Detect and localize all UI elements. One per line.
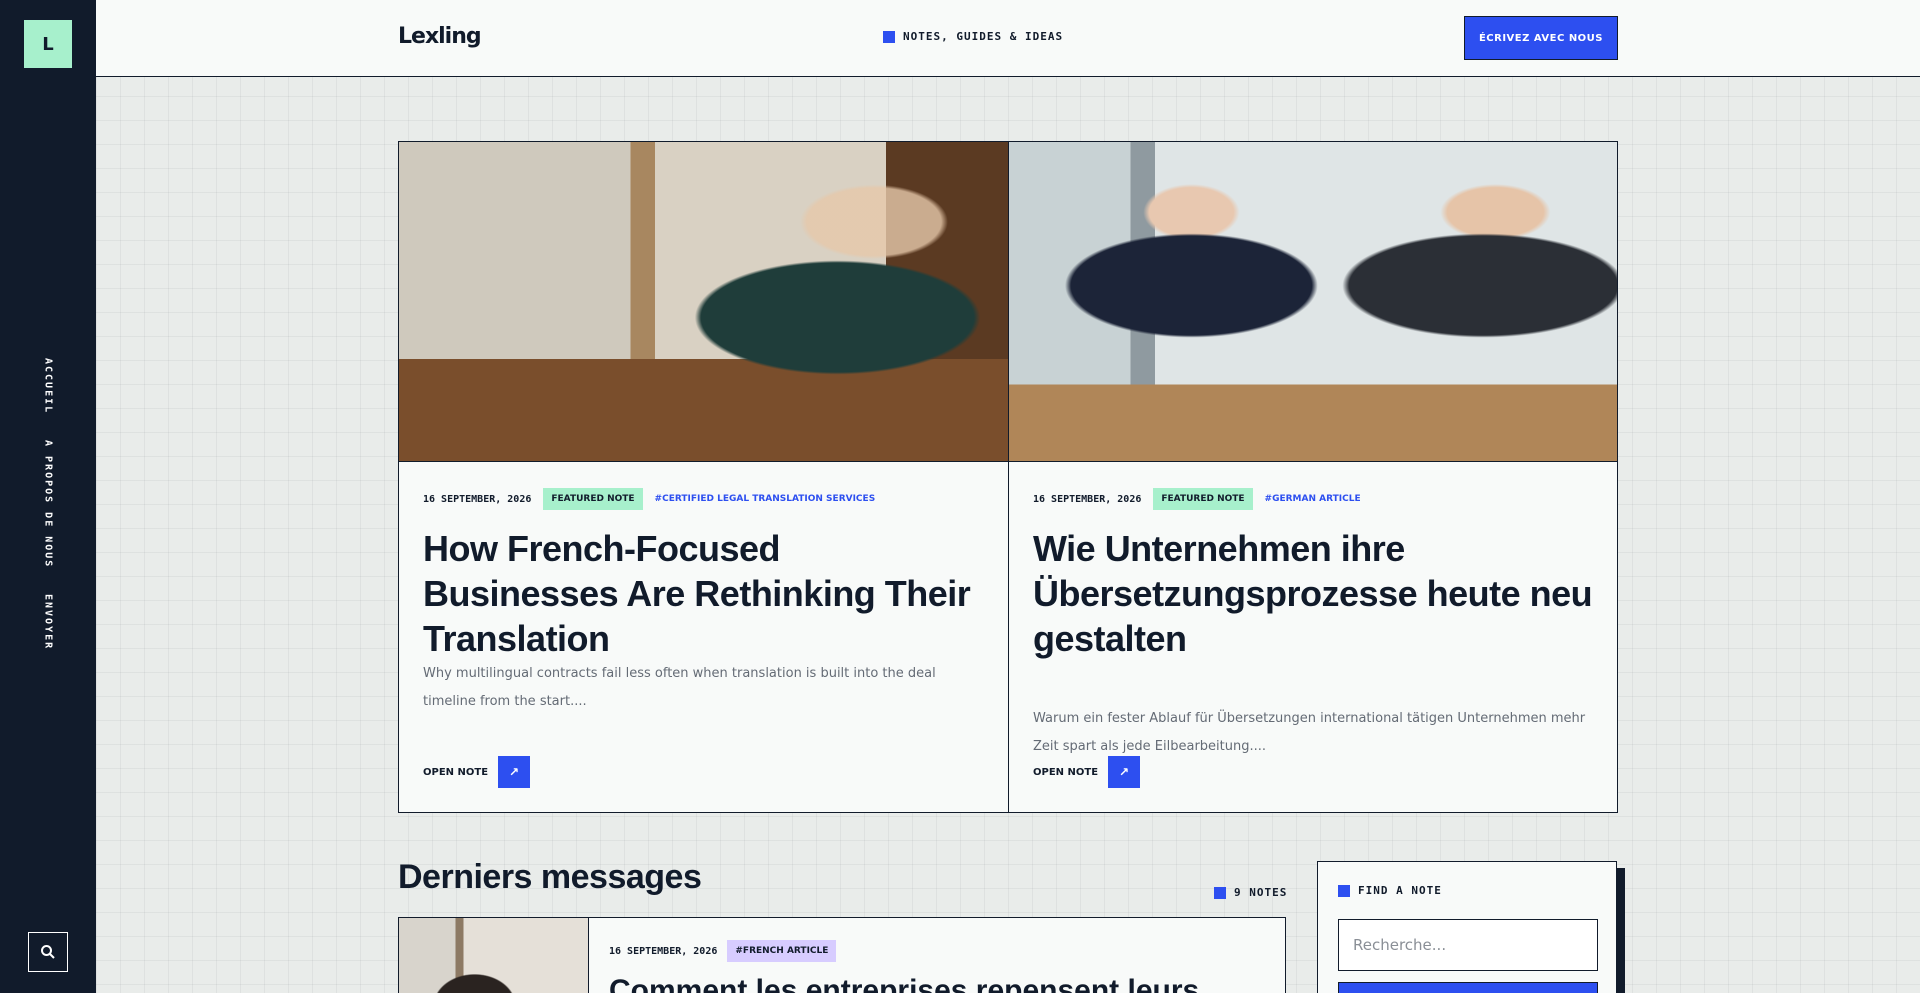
open-note-label: OPEN NOTE	[423, 766, 489, 778]
sidebar-search-button[interactable]	[28, 932, 68, 972]
notes-count-text: 9 NOTES	[1234, 886, 1288, 899]
list-item[interactable]: 16 SEPTEMBER, 2026 #FRENCH ARTICLE Comme…	[398, 917, 1286, 993]
open-note-link[interactable]: OPEN NOTE ↗	[1033, 756, 1141, 788]
search-submit-button[interactable]	[1338, 982, 1598, 993]
card-meta: 16 SEPTEMBER, 2026 FEATURED NOTE #CERTIF…	[423, 488, 875, 510]
square-icon	[1214, 886, 1226, 899]
featured-badge: FEATURED NOTE	[1153, 488, 1253, 510]
write-with-us-button[interactable]: ÉCRIVEZ AVEC NOUS	[1464, 16, 1618, 60]
brand-name[interactable]: Lexling	[398, 24, 482, 49]
nav-item-a-propos[interactable]: A PROPOS DE NOUS	[43, 440, 54, 568]
featured-card[interactable]: 16 SEPTEMBER, 2026 FEATURED NOTE #CERTIF…	[399, 142, 1008, 812]
card-date: 16 SEPTEMBER, 2026	[1033, 493, 1142, 505]
logo[interactable]: L	[24, 20, 72, 68]
tagline-text: NOTES, GUIDES & IDEAS	[903, 30, 1064, 43]
header-tagline: NOTES, GUIDES & IDEAS	[883, 30, 1063, 43]
card-tag[interactable]: #GERMAN ARTICLE	[1265, 494, 1361, 504]
search-input[interactable]	[1338, 919, 1598, 971]
sidebar: L ACCUEIL A PROPOS DE NOUS ENVOYER	[0, 0, 96, 993]
featured-image[interactable]	[399, 142, 1008, 462]
latest-section-title: Derniers messages	[398, 858, 702, 896]
square-icon	[1338, 884, 1350, 897]
side-nav: ACCUEIL A PROPOS DE NOUS ENVOYER	[0, 358, 96, 651]
card-title[interactable]: How French-Focused Businesses Are Rethin…	[423, 526, 983, 661]
find-note-widget: FIND A NOTE	[1317, 861, 1617, 993]
notes-count: 9 NOTES	[1214, 886, 1287, 899]
featured-image[interactable]	[1009, 142, 1617, 462]
search-icon	[41, 945, 55, 959]
nav-item-envoyer[interactable]: ENVOYER	[43, 594, 54, 650]
arrow-up-right-icon[interactable]: ↗	[498, 756, 531, 788]
card-tag[interactable]: #CERTIFIED LEGAL TRANSLATION SERVICES	[655, 494, 876, 504]
list-item-thumbnail[interactable]	[399, 918, 589, 993]
list-item-date: 16 SEPTEMBER, 2026	[609, 945, 718, 957]
card-meta: 16 SEPTEMBER, 2026 FEATURED NOTE #GERMAN…	[1033, 488, 1361, 510]
list-item-tag[interactable]: #FRENCH ARTICLE	[727, 940, 837, 962]
card-excerpt: Why multilingual contracts fail less oft…	[423, 666, 936, 709]
card-excerpt: Warum ein fester Ablauf für Übersetzunge…	[1033, 711, 1586, 754]
top-header: Lexling NOTES, GUIDES & IDEAS ÉCRIVEZ AV…	[96, 0, 1920, 77]
open-note-link[interactable]: OPEN NOTE ↗	[423, 756, 531, 788]
arrow-up-right-icon[interactable]: ↗	[1108, 756, 1141, 788]
nav-item-accueil[interactable]: ACCUEIL	[43, 358, 54, 414]
square-icon	[883, 30, 895, 43]
widget-title: FIND A NOTE	[1358, 884, 1442, 897]
widget-header: FIND A NOTE	[1338, 884, 1442, 897]
featured-badge: FEATURED NOTE	[543, 488, 643, 510]
open-note-label: OPEN NOTE	[1033, 766, 1099, 778]
card-date: 16 SEPTEMBER, 2026	[423, 493, 532, 505]
card-title[interactable]: Wie Unternehmen ihre Übersetzungsprozess…	[1033, 526, 1593, 661]
list-item-title[interactable]: Comment les entreprises repensent leurs	[609, 974, 1269, 993]
featured-notes: 16 SEPTEMBER, 2026 FEATURED NOTE #CERTIF…	[398, 141, 1618, 813]
featured-card[interactable]: 16 SEPTEMBER, 2026 FEATURED NOTE #GERMAN…	[1008, 142, 1617, 812]
list-item-meta: 16 SEPTEMBER, 2026 #FRENCH ARTICLE	[609, 940, 837, 962]
